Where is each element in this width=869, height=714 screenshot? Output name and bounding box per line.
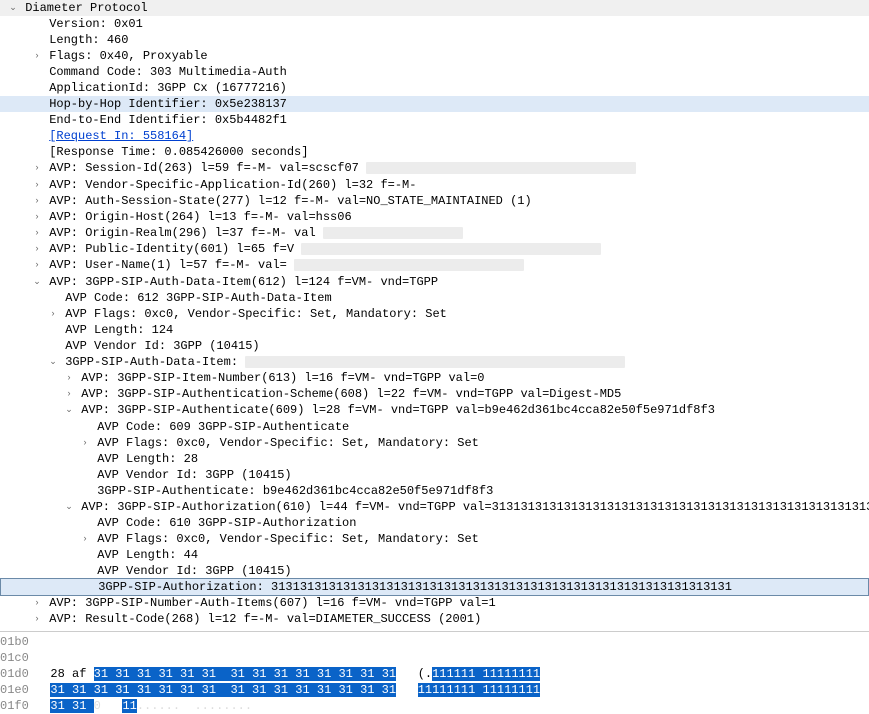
field-request-in[interactable]: [Request In: 558164] bbox=[0, 128, 869, 144]
a610-val[interactable]: 3GPP-SIP-Authorization: 3131313131313131… bbox=[0, 578, 869, 596]
hex-row[interactable]: 01e0 31 31 31 31 31 31 31 31 31 31 31 31… bbox=[0, 682, 869, 698]
avp-authstate[interactable]: › AVP: Auth-Session-State(277) l=12 f=-M… bbox=[0, 193, 869, 209]
chevron-right-icon[interactable]: › bbox=[32, 256, 42, 272]
chevron-right-icon[interactable]: › bbox=[80, 434, 90, 450]
chevron-right-icon[interactable]: › bbox=[32, 610, 42, 626]
redacted-block bbox=[245, 356, 625, 368]
avp-session[interactable]: › AVP: Session-Id(263) l=59 f=-M- val=sc… bbox=[0, 160, 869, 176]
avp-ohost[interactable]: › AVP: Origin-Host(264) l=13 f=-M- val=h… bbox=[0, 209, 869, 225]
field-hop[interactable]: Hop-by-Hop Identifier: 0x5e238137 bbox=[0, 96, 869, 112]
avp-orealm[interactable]: › AVP: Origin-Realm(296) l=37 f=-M- val bbox=[0, 225, 869, 241]
field-flags[interactable]: › Flags: 0x40, Proxyable bbox=[0, 48, 869, 64]
chevron-right-icon[interactable]: › bbox=[32, 594, 42, 610]
avp-auth-scheme[interactable]: › AVP: 3GPP-SIP-Authentication-Scheme(60… bbox=[0, 386, 869, 402]
chevron-right-icon[interactable]: › bbox=[32, 208, 42, 224]
chevron-right-icon[interactable]: › bbox=[48, 305, 58, 321]
field-e2e[interactable]: End-to-End Identifier: 0x5b4482f1 bbox=[0, 112, 869, 128]
redacted-block bbox=[301, 243, 601, 255]
avp-result-code[interactable]: › AVP: Result-Code(268) l=12 f=-M- val=D… bbox=[0, 611, 869, 627]
hex-row[interactable]: 01d0 28 af 31 31 31 31 31 31 31 31 31 31… bbox=[0, 666, 869, 682]
avp-sip-auth-data-item[interactable]: ⌄ AVP: 3GPP-SIP-Auth-Data-Item(612) l=12… bbox=[0, 274, 869, 290]
a609-flags[interactable]: › AVP Flags: 0xc0, Vendor-Specific: Set,… bbox=[0, 435, 869, 451]
chevron-right-icon[interactable]: › bbox=[32, 159, 42, 175]
avp-pubid[interactable]: › AVP: Public-Identity(601) l=65 f=V bbox=[0, 241, 869, 257]
field-resptime[interactable]: [Response Time: 0.085426000 seconds] bbox=[0, 144, 869, 160]
tree-header[interactable]: ⌄ Diameter Protocol bbox=[0, 0, 869, 16]
request-in-link[interactable]: [Request In: 558164] bbox=[49, 129, 193, 143]
chevron-right-icon[interactable]: › bbox=[32, 47, 42, 63]
header-title: Diameter Protocol bbox=[25, 1, 147, 15]
field-length[interactable]: Length: 460 bbox=[0, 32, 869, 48]
chevron-right-icon[interactable]: › bbox=[32, 240, 42, 256]
avp-item-number[interactable]: › AVP: 3GPP-SIP-Item-Number(613) l=16 f=… bbox=[0, 370, 869, 386]
chevron-down-icon[interactable]: ⌄ bbox=[8, 0, 18, 15]
a610-code[interactable]: AVP Code: 610 3GPP-SIP-Authorization bbox=[0, 515, 869, 531]
chevron-right-icon[interactable]: › bbox=[32, 176, 42, 192]
a610-len[interactable]: AVP Length: 44 bbox=[0, 547, 869, 563]
sadi-vid[interactable]: AVP Vendor Id: 3GPP (10415) bbox=[0, 338, 869, 354]
avp-num-auth-items[interactable]: › AVP: 3GPP-SIP-Number-Auth-Items(607) l… bbox=[0, 595, 869, 611]
sadi-item[interactable]: ⌄ 3GPP-SIP-Auth-Data-Item: bbox=[0, 354, 869, 370]
hex-row[interactable]: 01b0 bbox=[0, 634, 869, 650]
sadi-flags[interactable]: › AVP Flags: 0xc0, Vendor-Specific: Set,… bbox=[0, 306, 869, 322]
chevron-right-icon[interactable]: › bbox=[64, 369, 74, 385]
a610-flags[interactable]: › AVP Flags: 0xc0, Vendor-Specific: Set,… bbox=[0, 531, 869, 547]
a609-vid[interactable]: AVP Vendor Id: 3GPP (10415) bbox=[0, 467, 869, 483]
avp-authorization[interactable]: ⌄ AVP: 3GPP-SIP-Authorization(610) l=44 … bbox=[0, 499, 869, 515]
a609-code[interactable]: AVP Code: 609 3GPP-SIP-Authenticate bbox=[0, 419, 869, 435]
avp-vsa[interactable]: › AVP: Vendor-Specific-Application-Id(26… bbox=[0, 177, 869, 193]
hex-row[interactable]: 01f0 31 31 0 11...... ........ bbox=[0, 698, 869, 714]
chevron-right-icon[interactable]: › bbox=[80, 530, 90, 546]
chevron-down-icon[interactable]: ⌄ bbox=[64, 401, 74, 417]
avp-uname[interactable]: › AVP: User-Name(1) l=57 f=-M- val= bbox=[0, 257, 869, 273]
a610-vid[interactable]: AVP Vendor Id: 3GPP (10415) bbox=[0, 563, 869, 579]
field-appid[interactable]: ApplicationId: 3GPP Cx (16777216) bbox=[0, 80, 869, 96]
hex-pane[interactable]: 01b0 01c0 01d0 28 af 31 31 31 31 31 31 3… bbox=[0, 631, 869, 714]
chevron-right-icon[interactable]: › bbox=[32, 192, 42, 208]
a609-len[interactable]: AVP Length: 28 bbox=[0, 451, 869, 467]
redacted-block bbox=[294, 259, 524, 271]
field-command[interactable]: Command Code: 303 Multimedia-Auth bbox=[0, 64, 869, 80]
sadi-code[interactable]: AVP Code: 612 3GPP-SIP-Auth-Data-Item bbox=[0, 290, 869, 306]
redacted-block bbox=[366, 162, 636, 174]
hex-row[interactable]: 01c0 bbox=[0, 650, 869, 666]
a609-val[interactable]: 3GPP-SIP-Authenticate: b9e462d361bc4cca8… bbox=[0, 483, 869, 499]
chevron-down-icon[interactable]: ⌄ bbox=[32, 273, 42, 289]
chevron-down-icon[interactable]: ⌄ bbox=[48, 353, 58, 369]
redacted-block bbox=[323, 227, 463, 239]
sadi-len[interactable]: AVP Length: 124 bbox=[0, 322, 869, 338]
chevron-down-icon[interactable]: ⌄ bbox=[64, 498, 74, 514]
chevron-right-icon[interactable]: › bbox=[32, 224, 42, 240]
chevron-right-icon[interactable]: › bbox=[64, 385, 74, 401]
field-version[interactable]: Version: 0x01 bbox=[0, 16, 869, 32]
avp-authenticate[interactable]: ⌄ AVP: 3GPP-SIP-Authenticate(609) l=28 f… bbox=[0, 402, 869, 418]
